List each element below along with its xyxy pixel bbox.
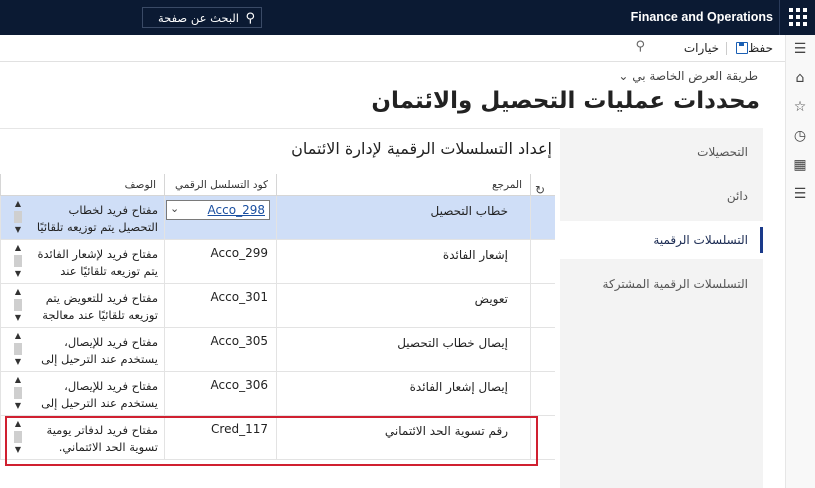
grid-header-description[interactable]: الوصف	[0, 174, 164, 196]
row-selector[interactable]	[530, 372, 555, 416]
code-value: Acco_306	[210, 378, 268, 392]
scroll-up-icon[interactable]: ▲	[11, 332, 25, 340]
hamburger-menu-icon[interactable]: ☰	[792, 41, 808, 57]
code-value: Acco_299	[210, 246, 268, 260]
code-value: Acco_305	[210, 334, 268, 348]
code-cell[interactable]: Acco_306	[164, 372, 276, 416]
row-selector[interactable]	[530, 284, 555, 328]
scroll-down-icon[interactable]: ▼	[11, 358, 25, 366]
description-scrollbar[interactable]: ▲ ▼	[11, 198, 25, 236]
scroll-down-icon[interactable]: ▼	[11, 226, 25, 234]
action-search-icon[interactable]: ⚲	[635, 39, 645, 54]
view-switcher-label: طريقة العرض الخاصة بي	[632, 69, 758, 83]
action-bar: ⚲ خيارات حفظ	[0, 35, 785, 62]
row-selector[interactable]	[530, 196, 555, 240]
code-lookup-field[interactable]: Acco_298 ⌄	[166, 200, 270, 220]
scroll-down-icon[interactable]: ▼	[11, 314, 25, 322]
topbar-divider	[779, 0, 780, 35]
tab-shared-number-sequences[interactable]: التسلسلات الرقمية المشتركة	[560, 265, 763, 303]
scroll-down-icon[interactable]: ▼	[11, 270, 25, 278]
description-text: مفتاح فريد لإشعار الفائدة يتم توزيعه تلق…	[37, 247, 158, 278]
code-cell[interactable]: Acco_298 ⌄	[164, 196, 276, 240]
top-bar: ⚲ البحث عن صفحة Finance and Operations	[0, 0, 815, 35]
code-value[interactable]: Acco_298	[208, 203, 265, 217]
tab-vendor[interactable]: دائن	[560, 177, 763, 215]
table-row[interactable]: تعويض Acco_301 مفتاح فريد للتعويض يتم تو…	[0, 284, 555, 328]
save-button[interactable]: حفظ	[733, 41, 773, 55]
view-switcher[interactable]: طريقة العرض الخاصة بي ⌄	[618, 69, 758, 83]
code-value: Acco_301	[210, 290, 268, 304]
page-search-box[interactable]: ⚲ البحث عن صفحة	[142, 7, 262, 28]
description-text: مفتاح فريد للإيصال، يستخدم عند الترحيل إ…	[41, 335, 158, 366]
tab-number-sequences[interactable]: التسلسلات الرقمية	[560, 221, 763, 259]
reference-cell[interactable]: إشعار الفائدة	[276, 240, 530, 284]
code-cell[interactable]: Acco_299	[164, 240, 276, 284]
table-row[interactable]: خطاب التحصيل Acco_298 ⌄ مفتاح فريد لخطاب…	[0, 196, 555, 240]
scroll-up-icon[interactable]: ▲	[11, 376, 25, 384]
description-cell[interactable]: مفتاح فريد لإشعار الفائدة يتم توزيعه تلق…	[0, 240, 164, 284]
description-text: مفتاح فريد للتعويض يتم توزيعه تلقائيًا ع…	[42, 291, 158, 322]
search-icon: ⚲	[245, 11, 255, 26]
description-cell[interactable]: مفتاح فريد للتعويض يتم توزيعه تلقائيًا ع…	[0, 284, 164, 328]
favorites-star-icon[interactable]: ☆	[792, 99, 808, 115]
code-cell[interactable]: Acco_301	[164, 284, 276, 328]
scroll-up-icon[interactable]: ▲	[11, 244, 25, 252]
code-cell[interactable]: Acco_305	[164, 328, 276, 372]
workspaces-icon[interactable]: ▦	[792, 157, 808, 173]
reference-cell[interactable]: خطاب التحصيل	[276, 196, 530, 240]
description-text: مفتاح فريد للإيصال، يستخدم عند الترحيل إ…	[41, 379, 158, 410]
section-title: إعداد التسلسلات الرقمية لإدارة الائتمان	[291, 139, 552, 158]
app-name[interactable]: Finance and Operations	[631, 10, 773, 24]
options-button[interactable]: خيارات	[684, 41, 719, 55]
vertical-tabs: التحصيلات دائن التسلسلات الرقمية التسلسل…	[560, 128, 763, 488]
description-scrollbar[interactable]: ▲ ▼	[11, 286, 25, 324]
description-scrollbar[interactable]: ▲ ▼	[11, 374, 25, 412]
description-text: مفتاح فريد لخطاب التحصيل يتم توزيعه تلقا…	[36, 203, 158, 234]
grid-header-refresh[interactable]: ↻	[530, 174, 555, 197]
reference-cell[interactable]: تعويض	[276, 284, 530, 328]
modules-list-icon[interactable]: ☰	[792, 186, 808, 202]
reference-cell[interactable]: إيصال خطاب التحصيل	[276, 328, 530, 372]
row-selector[interactable]	[530, 328, 555, 372]
table-row[interactable]: إشعار الفائدة Acco_299 مفتاح فريد لإشعار…	[0, 240, 555, 284]
nav-rail: ☰ ⌂ ☆ ◷ ▦ ☰	[785, 35, 815, 488]
scroll-thumb[interactable]	[14, 387, 22, 399]
recent-clock-icon[interactable]: ◷	[792, 128, 808, 144]
reference-cell[interactable]: إيصال إشعار الفائدة	[276, 372, 530, 416]
scroll-down-icon[interactable]: ▼	[11, 402, 25, 410]
description-scrollbar[interactable]: ▲ ▼	[11, 330, 25, 368]
tab-collections[interactable]: التحصيلات	[560, 133, 763, 171]
description-cell[interactable]: مفتاح فريد للإيصال، يستخدم عند الترحيل إ…	[0, 328, 164, 372]
chevron-down-icon[interactable]: ⌄	[170, 202, 179, 215]
action-separator	[726, 42, 727, 55]
table-row[interactable]: إيصال إشعار الفائدة Acco_306 مفتاح فريد …	[0, 372, 555, 416]
scroll-thumb[interactable]	[14, 255, 22, 267]
row-selector[interactable]	[530, 240, 555, 284]
scroll-up-icon[interactable]: ▲	[11, 200, 25, 208]
app-launcher-icon[interactable]	[789, 8, 807, 26]
home-icon[interactable]: ⌂	[792, 70, 808, 86]
page-search-text: البحث عن صفحة	[158, 11, 239, 25]
page-title: محددات عمليات التحصيل والائتمان	[371, 88, 760, 114]
chevron-down-icon: ⌄	[618, 69, 629, 83]
scroll-thumb[interactable]	[14, 299, 22, 311]
grid-header-reference[interactable]: المرجع	[276, 174, 530, 196]
scroll-thumb[interactable]	[14, 211, 22, 223]
scroll-up-icon[interactable]: ▲	[11, 288, 25, 296]
description-cell[interactable]: مفتاح فريد لخطاب التحصيل يتم توزيعه تلقا…	[0, 196, 164, 240]
description-scrollbar[interactable]: ▲ ▼	[11, 242, 25, 280]
scroll-thumb[interactable]	[14, 343, 22, 355]
grid-header-code[interactable]: كود التسلسل الرقمي	[164, 174, 276, 196]
save-icon	[736, 42, 749, 54]
table-row[interactable]: إيصال خطاب التحصيل Acco_305 مفتاح فريد ل…	[0, 328, 555, 372]
description-cell[interactable]: مفتاح فريد للإيصال، يستخدم عند الترحيل إ…	[0, 372, 164, 416]
save-label: حفظ	[748, 41, 773, 55]
highlight-box	[5, 416, 538, 466]
